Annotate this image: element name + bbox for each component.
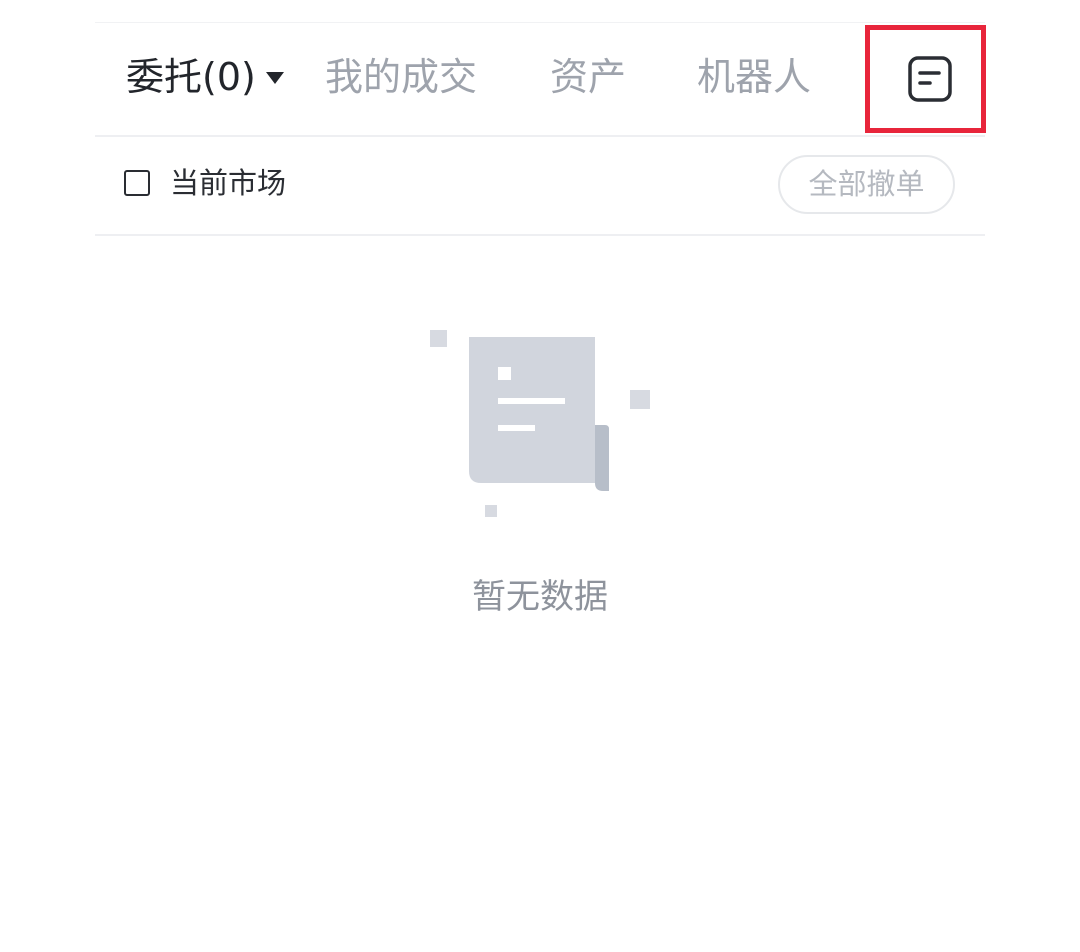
tab-my-trades-label: 我的成交: [325, 55, 478, 99]
empty-state-message: 暂无数据: [472, 577, 608, 617]
empty-document-icon: [425, 325, 665, 525]
filter-row: 当前市场 全部撤单: [0, 137, 1080, 234]
tab-my-trades[interactable]: 我的成交: [325, 23, 477, 135]
tab-assets[interactable]: 资产: [550, 23, 626, 135]
tab-orders-label: 委托(0): [126, 55, 256, 99]
tab-assets-label: 资产: [550, 55, 627, 99]
tab-robot-label: 机器人: [697, 55, 812, 99]
current-market-label[interactable]: 当前市场: [170, 163, 286, 203]
cancel-all-button[interactable]: 全部撤单: [778, 155, 955, 214]
current-market-checkbox[interactable]: [124, 170, 150, 196]
filter-divider: [95, 234, 985, 236]
highlight-box: [865, 25, 986, 133]
tab-orders[interactable]: 委托(0): [126, 23, 284, 135]
tab-robot[interactable]: 机器人: [697, 23, 811, 135]
caret-down-icon: [265, 72, 284, 84]
